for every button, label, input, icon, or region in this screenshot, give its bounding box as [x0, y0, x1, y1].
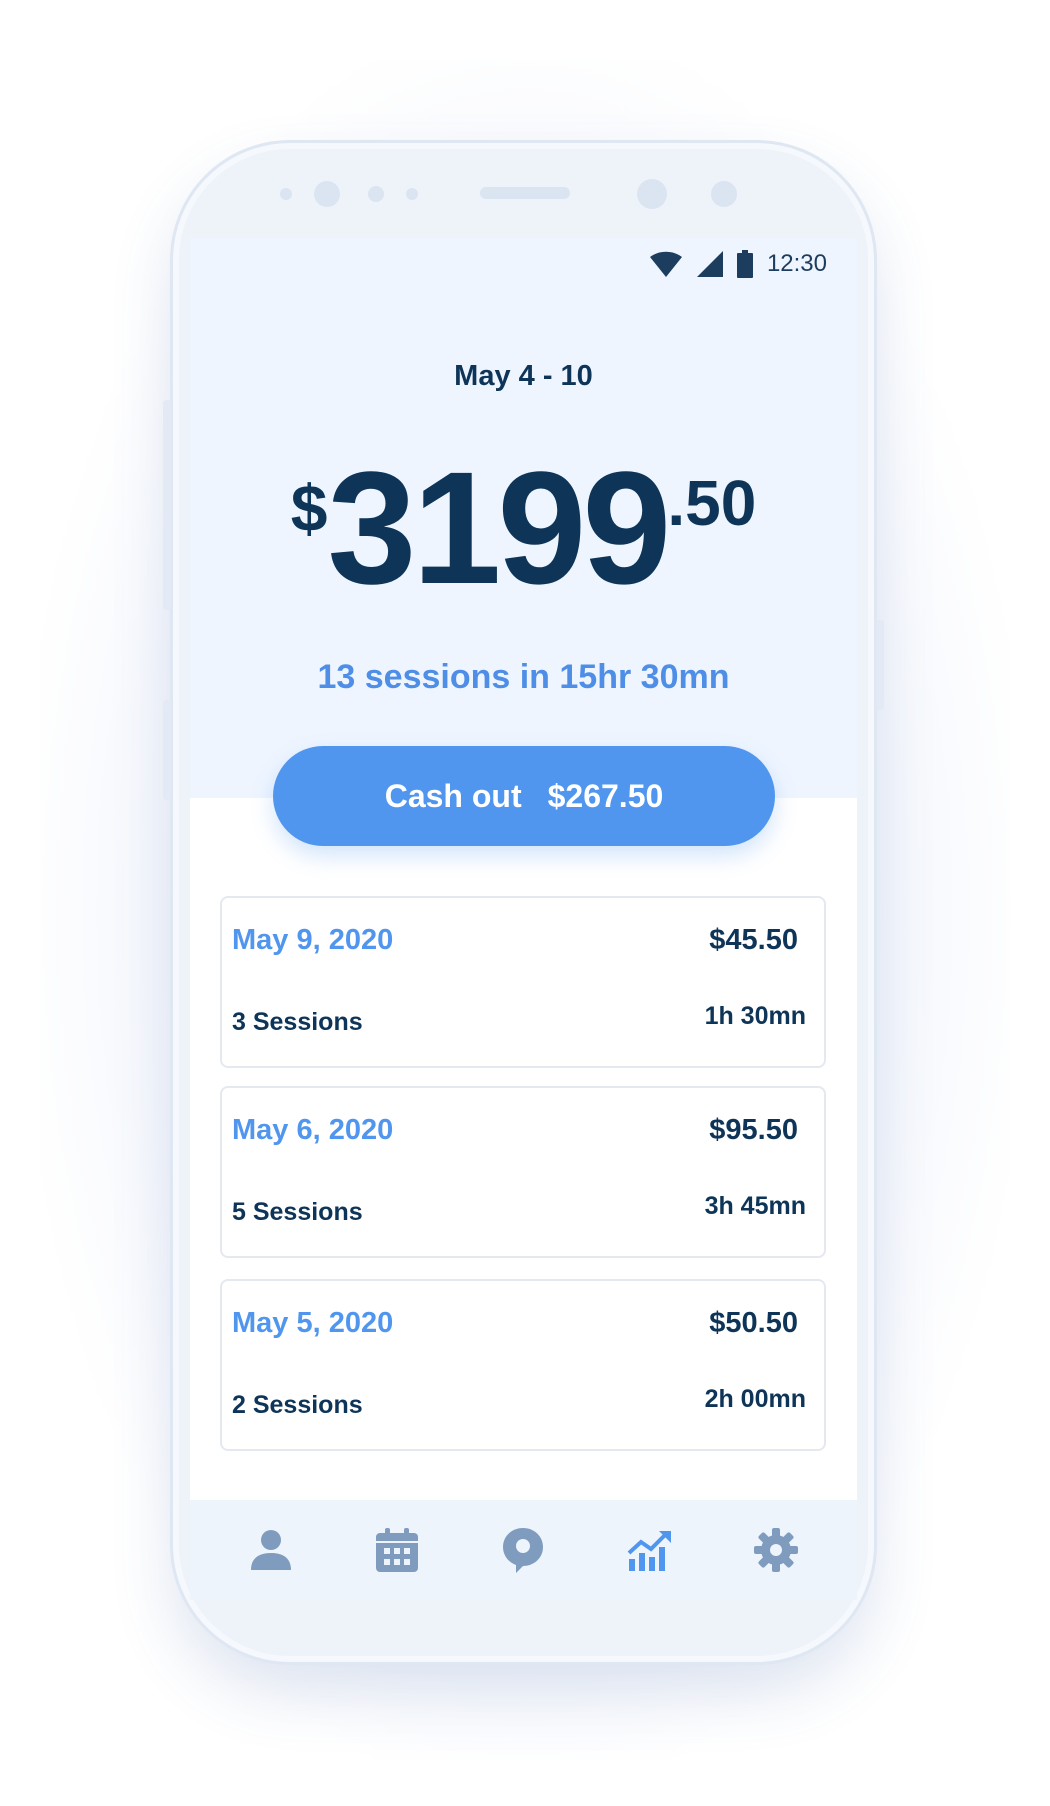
- tab-earnings[interactable]: [620, 1520, 680, 1580]
- day-card[interactable]: May 6, 2020 $95.50 5 Sessions 3h 45mn: [220, 1086, 826, 1258]
- day-amount: $95.50: [709, 1114, 798, 1146]
- cash-out-button[interactable]: Cash out $267.50: [273, 746, 775, 846]
- week-range: May 4 - 10: [454, 360, 593, 392]
- bixby-button: [163, 700, 171, 800]
- tab-location[interactable]: [493, 1520, 553, 1580]
- status-time: 12:30: [766, 250, 827, 277]
- day-sessions: 5 Sessions: [232, 1198, 363, 1226]
- volume-button: [163, 400, 171, 610]
- day-date: May 5, 2020: [232, 1307, 394, 1339]
- bottom-tab-bar: [190, 1500, 857, 1600]
- battery-icon: [736, 250, 753, 278]
- front-camera: [637, 179, 667, 209]
- app-screen: 12:30 May 4 - 10 $3199.50 13 sessions in…: [190, 238, 857, 1600]
- settings-gear-icon: [753, 1528, 798, 1572]
- day-amount: $45.50: [709, 924, 798, 956]
- sensor-dot: [280, 188, 292, 200]
- day-amount: $50.50: [709, 1307, 798, 1339]
- power-button: [876, 620, 884, 710]
- profile-icon: [251, 1530, 292, 1570]
- earpiece-speaker: [480, 187, 570, 199]
- total-earnings: $3199.50: [190, 448, 857, 608]
- day-date: May 6, 2020: [232, 1114, 394, 1146]
- earnings-chart-icon: [627, 1531, 671, 1571]
- sensor-dot: [368, 186, 384, 202]
- tab-calendar[interactable]: [367, 1520, 427, 1580]
- cash-out-amount: $267.50: [547, 777, 664, 814]
- sessions-summary: 13 sessions in 15hr 30mn: [317, 658, 730, 696]
- sensor-dot: [314, 181, 340, 207]
- day-sessions: 2 Sessions: [232, 1391, 363, 1419]
- day-card[interactable]: May 9, 2020 $45.50 3 Sessions 1h 30mn: [220, 896, 826, 1068]
- sensor-dot: [406, 188, 418, 200]
- day-duration: 1h 30mn: [704, 1002, 806, 1030]
- wifi-icon: [649, 251, 682, 277]
- day-card[interactable]: May 5, 2020 $50.50 2 Sessions 2h 00mn: [220, 1279, 826, 1451]
- sensor-dot: [711, 181, 737, 207]
- tab-settings[interactable]: [746, 1520, 806, 1580]
- day-date: May 9, 2020: [232, 924, 394, 956]
- earnings-whole: 3199: [327, 438, 671, 617]
- day-sessions: 3 Sessions: [232, 1008, 363, 1036]
- day-duration: 2h 00mn: [704, 1385, 806, 1413]
- day-duration: 3h 45mn: [704, 1192, 806, 1220]
- calendar-icon: [376, 1528, 419, 1572]
- tab-profile[interactable]: [241, 1520, 301, 1580]
- currency-symbol: $: [290, 471, 328, 545]
- cash-out-label: Cash out: [384, 777, 522, 814]
- status-bar: 12:30: [649, 250, 827, 278]
- signal-icon: [696, 251, 723, 277]
- location-pin-icon: [503, 1528, 544, 1573]
- earnings-cents: .50: [667, 467, 757, 539]
